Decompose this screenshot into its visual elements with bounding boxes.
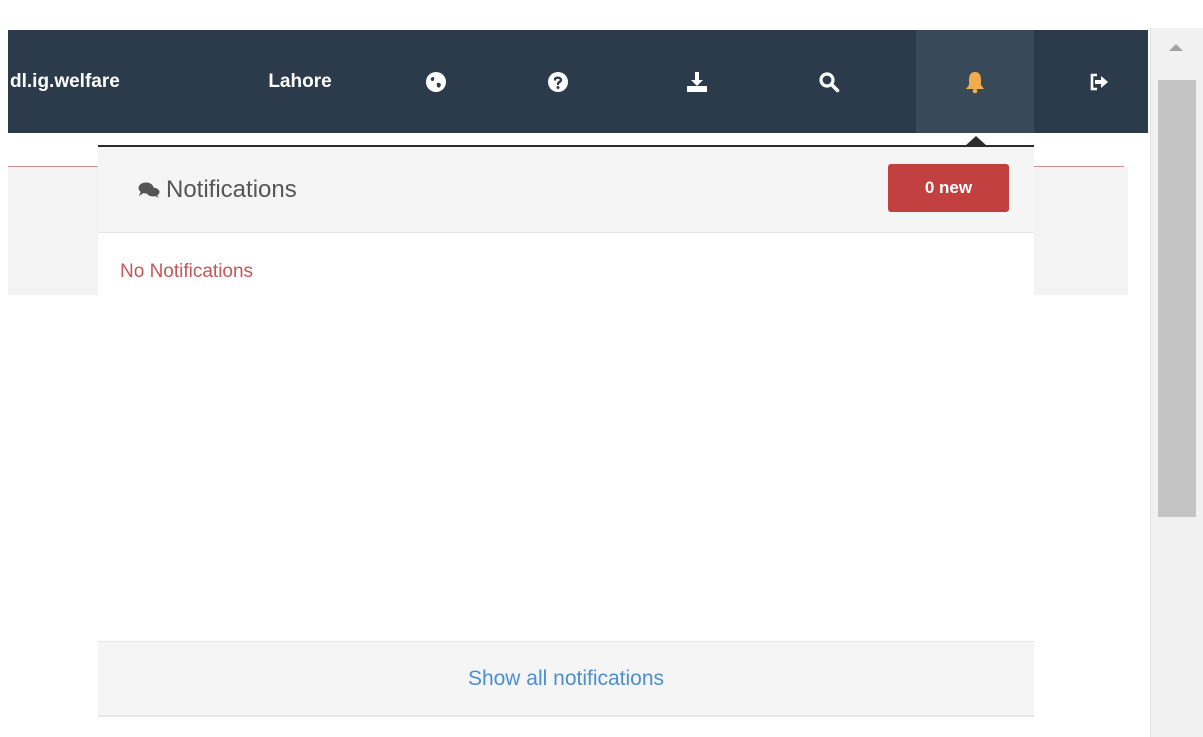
bell-icon bbox=[966, 71, 984, 93]
logout-button[interactable] bbox=[1044, 30, 1154, 133]
notifications-title: Notifications bbox=[166, 176, 297, 203]
dropdown-title: Notifications bbox=[138, 175, 297, 205]
scroll-thumb[interactable] bbox=[1158, 80, 1196, 517]
new-count-badge: 0 new bbox=[888, 164, 1009, 212]
empty-state-message: No Notifications bbox=[120, 261, 254, 282]
download-icon bbox=[687, 71, 707, 92]
search-button[interactable] bbox=[774, 30, 884, 133]
search-icon bbox=[819, 71, 840, 92]
question-icon bbox=[548, 71, 568, 92]
city-menu[interactable]: Lahore bbox=[230, 30, 370, 133]
scroll-up-arrow[interactable] bbox=[1169, 44, 1183, 51]
vertical-scrollbar[interactable] bbox=[1150, 28, 1203, 737]
page-divider-left bbox=[8, 166, 100, 167]
help-button[interactable] bbox=[503, 30, 613, 133]
notifications-button[interactable] bbox=[916, 30, 1034, 133]
dropdown-footer: Show all notifications bbox=[98, 641, 1034, 717]
notifications-dropdown: Notifications 0 new No Notifications Sho… bbox=[98, 145, 1034, 717]
language-button[interactable] bbox=[381, 30, 491, 133]
sign-out-icon bbox=[1090, 73, 1108, 90]
page-divider-right bbox=[1032, 166, 1124, 167]
globe-icon bbox=[426, 71, 446, 92]
top-navbar: dl.ig.welfare Lahore bbox=[8, 30, 1148, 133]
dropdown-header: Notifications 0 new bbox=[98, 147, 1034, 233]
user-menu[interactable]: dl.ig.welfare bbox=[8, 30, 198, 133]
comments-icon bbox=[138, 182, 160, 198]
download-button[interactable] bbox=[642, 30, 752, 133]
screen: dl.ig.welfare Lahore Notifications 0 new… bbox=[0, 0, 1203, 737]
show-all-notifications-link[interactable]: Show all notifications bbox=[468, 667, 664, 691]
